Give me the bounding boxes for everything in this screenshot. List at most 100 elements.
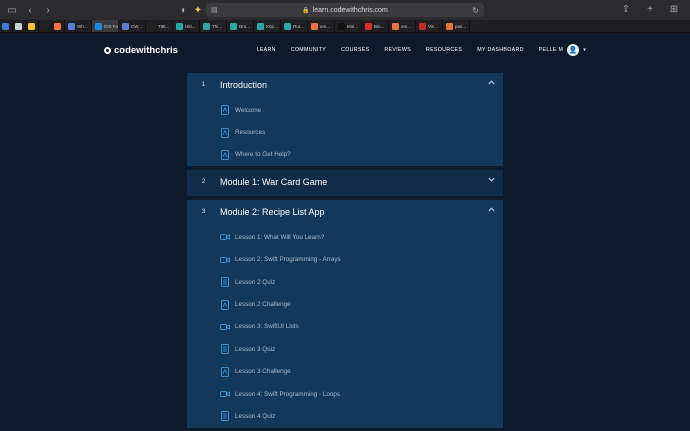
chevron-up-icon[interactable] (488, 207, 495, 214)
reload-icon[interactable]: ↻ (472, 6, 479, 15)
browser-tab[interactable]: em... (389, 20, 416, 32)
section-header[interactable]: 3 Module 2: Recipe List App (187, 200, 503, 226)
tab-favicon-icon (95, 22, 102, 30)
share-icon[interactable]: ⇪ (620, 3, 632, 15)
tab-overview-icon[interactable]: ⊞ (668, 3, 680, 15)
site-header: codewithchris LEARN COMMUNITY COURSES RE… (0, 33, 690, 67)
nav-courses[interactable]: COURSES (341, 47, 369, 53)
browser-tab[interactable]: Köp... (254, 20, 281, 32)
browser-tab[interactable]: pas... (443, 20, 470, 32)
browser-tab[interactable]: Tält... (146, 20, 173, 32)
sidebar-toggle-icon[interactable]: ▭ (6, 4, 18, 16)
lesson-item[interactable]: Lesson 2 Challenge (187, 293, 503, 315)
address-bar[interactable]: ▤ 🔒 learn.codewithchris.com ↻ (206, 3, 484, 17)
lesson-item[interactable]: Lesson 4: Swift Programming - Loops (187, 383, 503, 405)
back-icon[interactable]: ‹ (24, 4, 36, 16)
lesson-title: Lesson 2: Swift Programming - Arrays (235, 256, 341, 264)
browser-tab[interactable]: Mol... (335, 20, 362, 32)
section-header[interactable]: 2 Module 1: War Card Game (187, 170, 503, 196)
tab-favicon-icon (365, 22, 372, 30)
lesson-item[interactable]: Resources (187, 121, 503, 143)
video-icon (220, 322, 230, 332)
tab-label: Hitt... (185, 23, 196, 29)
document-icon (220, 105, 230, 116)
tab-favicon-icon (392, 22, 399, 30)
lesson-item[interactable]: Lesson 1: What Will You Learn? (187, 226, 503, 248)
browser-tab[interactable]: iOS Fou... (92, 20, 119, 32)
user-menu[interactable]: PELLE M 👤 ▾ (539, 44, 586, 56)
tab-label: iOS Fou... (104, 23, 119, 29)
browser-tab[interactable]: Vis... (416, 20, 443, 32)
user-name: PELLE M (538, 47, 564, 53)
browser-tab[interactable]: Bin... (362, 20, 389, 32)
browser-tab[interactable] (26, 20, 39, 32)
quiz-icon (220, 344, 230, 355)
tab-label: Dro... (239, 23, 251, 29)
avatar: 👤 (567, 44, 580, 56)
chevron-up-icon[interactable] (488, 80, 495, 87)
new-tab-icon[interactable]: + (644, 3, 656, 15)
tab-label: em... (401, 23, 412, 29)
main-nav: LEARN COMMUNITY COURSES REVIEWS RESOURCE… (257, 44, 586, 56)
document-icon (220, 127, 230, 138)
tab-favicon-icon (311, 22, 318, 30)
browser-tab[interactable]: CW... (119, 20, 146, 32)
curriculum-section: 2 Module 1: War Card Game (187, 170, 503, 197)
browser-tab[interactable]: Hitt... (173, 20, 200, 32)
nav-my-dashboard[interactable]: MY DASHBOARD (477, 47, 523, 53)
lesson-title: Lesson 2 Quiz (235, 278, 276, 286)
lesson-item[interactable]: Lesson 3: SwiftUI Lists (187, 316, 503, 338)
browser-toolbar: ▭ ‹ › ◐ ✦ ▤ 🔒 learn.codewithchris.com ↻ … (0, 0, 690, 20)
browser-tab[interactable] (13, 20, 26, 32)
lock-icon: 🔒 (302, 7, 310, 14)
nav-learn[interactable]: LEARN (257, 47, 276, 53)
lesson-title: Lesson 2 Challenge (235, 301, 291, 309)
tab-favicon-icon (230, 22, 237, 30)
chevron-down-icon[interactable] (488, 177, 495, 184)
nav-reviews[interactable]: REVIEWS (384, 47, 411, 53)
tab-favicon-icon (338, 22, 345, 30)
section-header[interactable]: 1 Introduction (187, 73, 503, 99)
reader-icon[interactable]: ▤ (211, 6, 218, 14)
tab-favicon-icon (1, 22, 9, 30)
document-icon (220, 366, 230, 377)
forward-icon[interactable]: › (42, 4, 54, 16)
nav-community[interactable]: COMMUNITY (291, 47, 326, 53)
browser-tab[interactable] (0, 20, 13, 32)
tab-label: Tält... (158, 23, 170, 29)
tab-label: Thi... (212, 23, 223, 29)
browser-tab[interactable]: Thi... (200, 20, 227, 32)
tab-label: Bin... (374, 23, 385, 29)
url-text: learn.codewithchris.com (312, 6, 388, 14)
lesson-item[interactable]: Welcome (187, 99, 503, 121)
privacy-shield-icon[interactable]: ◐ (178, 4, 190, 16)
section-title: Introduction (220, 80, 268, 90)
lesson-item[interactable]: Lesson 3 Challenge (187, 361, 503, 383)
section-title: Module 2: Recipe List App (220, 207, 325, 218)
nav-resources[interactable]: RESOURCES (426, 47, 462, 53)
site-logo[interactable]: codewithchris (104, 45, 178, 56)
lesson-title: Lesson 3 Quiz (235, 345, 276, 353)
browser-tab[interactable]: Wh... (65, 20, 92, 32)
browser-tab[interactable]: em... (308, 20, 335, 32)
tab-favicon-icon (40, 22, 48, 30)
lesson-item[interactable]: Lesson 3 Quiz (187, 338, 503, 360)
tab-favicon-icon (257, 22, 264, 30)
lesson-title: Resources (235, 129, 266, 137)
browser-tab[interactable] (52, 20, 65, 32)
quiz-icon (220, 277, 230, 288)
tab-favicon-icon (14, 22, 22, 30)
tab-label: Wh... (77, 23, 88, 29)
browser-tab[interactable] (39, 20, 52, 32)
lesson-title: Lesson 4: Swift Programming - Loops (235, 390, 340, 398)
lesson-item[interactable]: Where to Get Help? (187, 144, 503, 166)
tab-label: Köp... (266, 23, 278, 29)
browser-tab[interactable]: Rut... (281, 20, 308, 32)
logo-icon (104, 46, 111, 54)
extension-icon[interactable]: ✦ (192, 4, 204, 16)
lesson-item[interactable]: Lesson 2 Quiz (187, 271, 503, 293)
lesson-title: Lesson 4 Quiz (235, 412, 276, 420)
lesson-item[interactable]: Lesson 4 Quiz (187, 405, 503, 427)
browser-tab[interactable]: Dro... (227, 20, 254, 32)
lesson-item[interactable]: Lesson 2: Swift Programming - Arrays (187, 249, 503, 271)
